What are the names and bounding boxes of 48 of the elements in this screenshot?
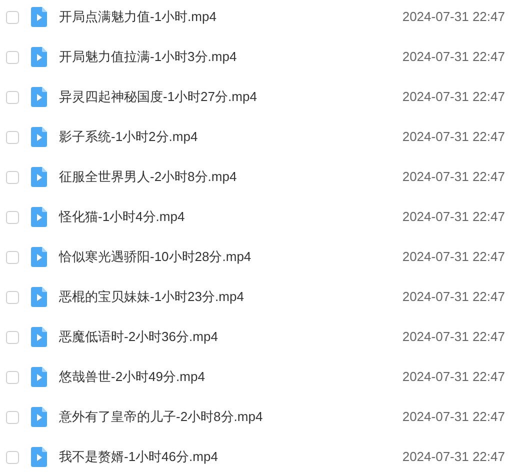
file-name[interactable]: 恶棍的宝贝妹妹-1小时23分.mp4 [59,287,244,307]
video-file-icon [31,167,47,187]
checkbox[interactable] [6,330,19,344]
checkbox[interactable] [6,450,19,464]
file-name[interactable]: 征服全世界男人-2小时8分.mp4 [59,167,237,187]
modified-date: 2024-07-31 22:47 [402,8,505,26]
video-file-icon [31,7,47,27]
checkbox[interactable] [6,290,19,304]
checkbox[interactable] [6,10,19,24]
video-file-icon [31,447,47,467]
checkbox[interactable] [6,210,19,224]
modified-date: 2024-07-31 22:47 [402,248,505,266]
checkbox[interactable] [6,170,19,184]
modified-date: 2024-07-31 22:47 [402,48,505,66]
file-name[interactable]: 恶魔低语时-2小时36分.mp4 [59,327,218,347]
video-file-icon [31,127,47,147]
checkbox[interactable] [6,370,19,384]
modified-date: 2024-07-31 22:47 [402,368,505,386]
file-name[interactable]: 影子系统-1小时2分.mp4 [59,127,198,147]
checkbox[interactable] [6,90,19,104]
checkbox[interactable] [6,250,19,264]
file-name[interactable]: 开局点满魅力值-1小时.mp4 [59,7,216,27]
modified-date: 2024-07-31 22:47 [402,408,505,426]
checkbox[interactable] [6,130,19,144]
checkbox[interactable] [6,410,19,424]
file-name[interactable]: 意外有了皇帝的儿子-2小时8分.mp4 [59,407,263,427]
modified-date: 2024-07-31 22:47 [402,128,505,146]
file-name[interactable]: 悠哉兽世-2小时49分.mp4 [59,367,205,387]
video-file-icon [31,247,47,267]
video-file-icon [31,87,47,107]
modified-date: 2024-07-31 22:47 [402,328,505,346]
modified-date: 2024-07-31 22:47 [402,288,505,306]
file-name[interactable]: 怪化猫-1小时4分.mp4 [59,207,185,227]
modified-date: 2024-07-31 22:47 [402,208,505,226]
file-name[interactable]: 开局魅力值拉满-1小时3分.mp4 [59,47,237,67]
modified-date: 2024-07-31 22:47 [402,168,505,186]
file-name[interactable]: 我不是赘婿-1小时46分.mp4 [59,447,218,467]
file-name[interactable]: 异灵四起神秘国度-1小时27分.mp4 [59,87,257,107]
video-file-icon [31,207,47,227]
video-file-icon [31,367,47,387]
file-name[interactable]: 恰似寒光遇骄阳-10小时28分.mp4 [59,247,252,267]
modified-date: 2024-07-31 22:47 [402,448,505,466]
modified-date: 2024-07-31 22:47 [402,88,505,106]
checkbox[interactable] [6,50,19,64]
video-file-icon [31,47,47,67]
video-file-icon [31,327,47,347]
video-file-icon [31,287,47,307]
video-file-icon [31,407,47,427]
